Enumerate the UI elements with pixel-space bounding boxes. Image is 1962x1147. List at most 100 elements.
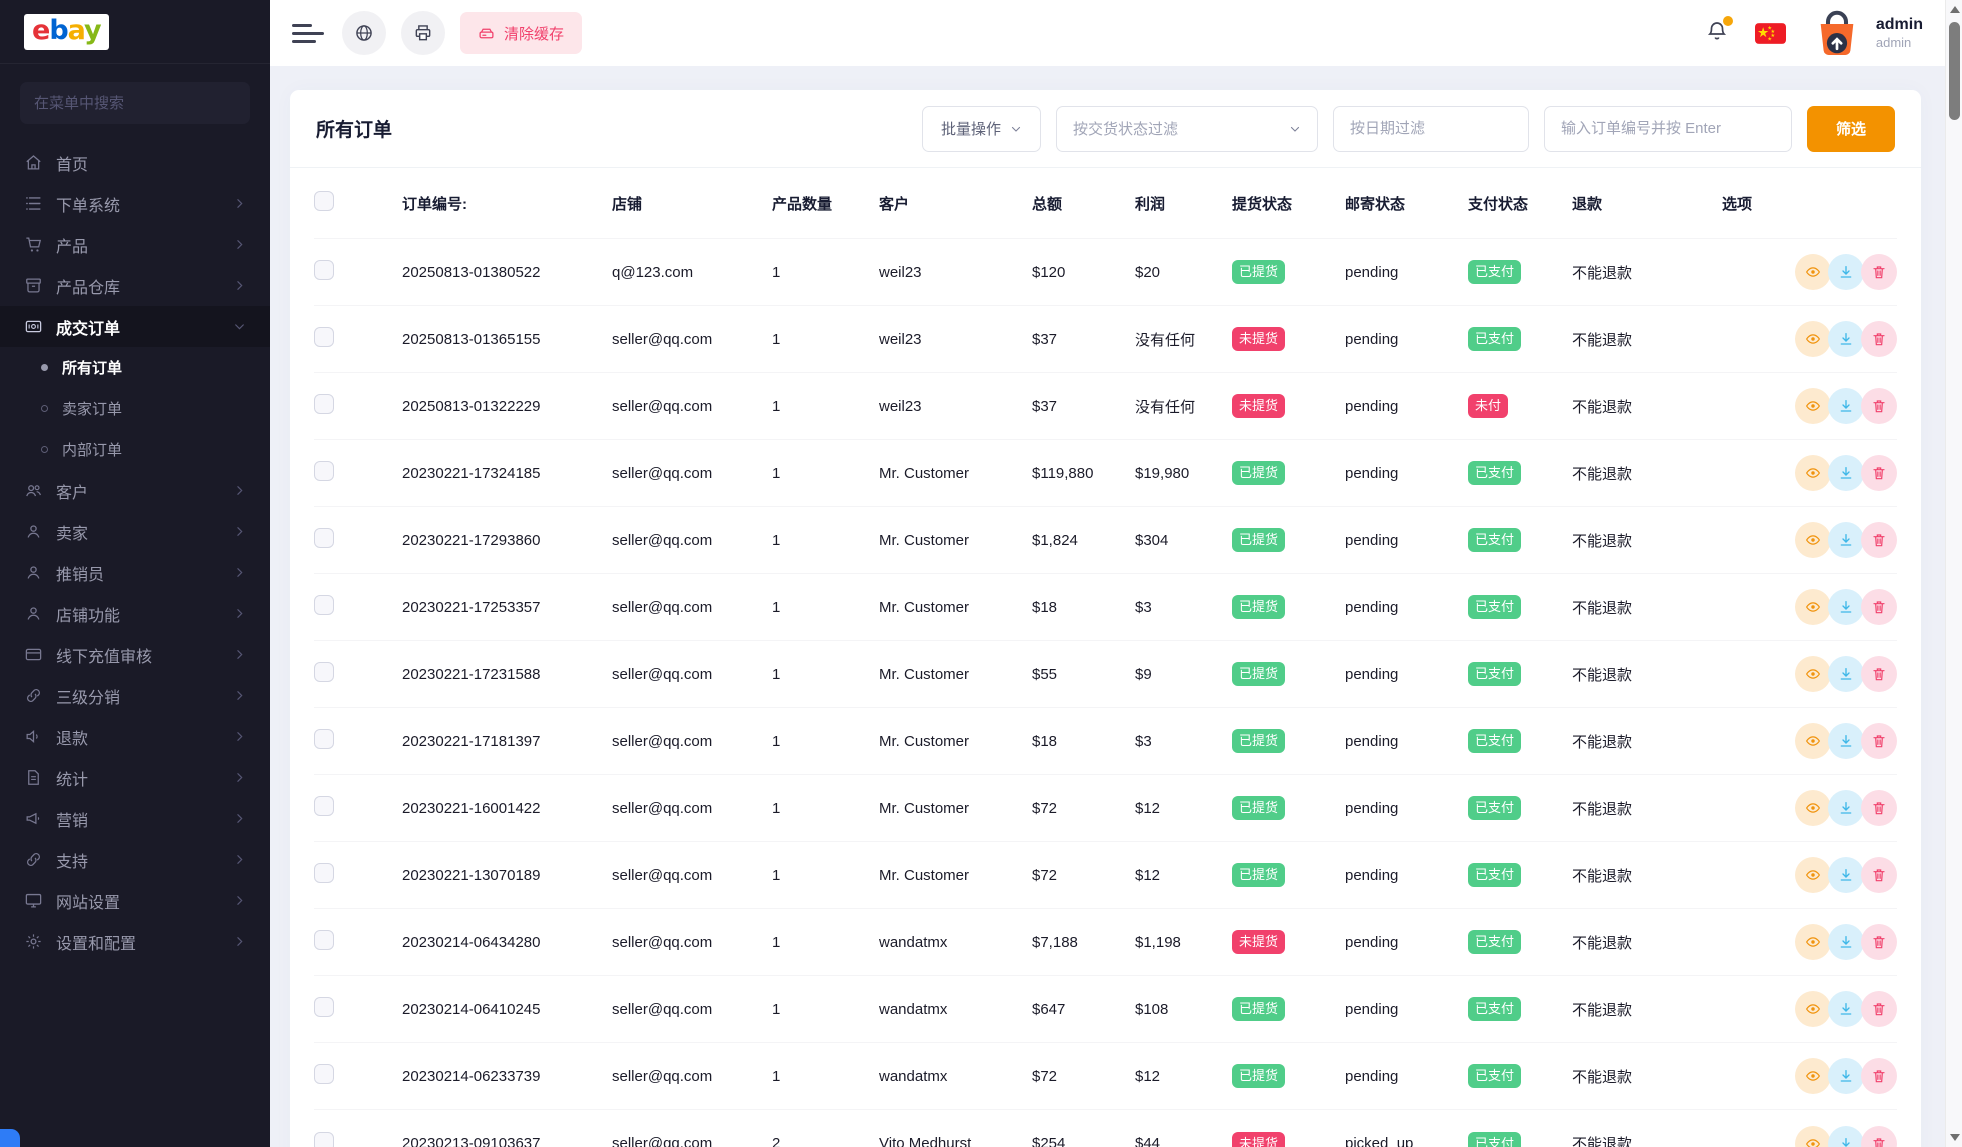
download-order-button[interactable] [1828,1058,1864,1094]
row-checkbox[interactable] [314,528,334,548]
scroll-down-arrow[interactable] [1950,1134,1960,1141]
view-order-button[interactable] [1795,857,1831,893]
view-order-button[interactable] [1795,321,1831,357]
payment-status-badge: 已支付 [1468,528,1522,552]
download-order-button[interactable] [1828,455,1864,491]
sidebar-item-8[interactable]: 推销员 [0,552,270,593]
chat-widget-corner[interactable] [0,1129,20,1147]
row-checkbox[interactable] [314,327,334,347]
sidebar-item-9[interactable]: 店铺功能 [0,593,270,634]
view-order-button[interactable] [1795,790,1831,826]
column-header: 产品数量 [772,195,833,213]
sidebar-item-6[interactable]: 客户 [0,470,270,511]
delete-order-button[interactable] [1861,991,1897,1027]
print-button[interactable] [401,11,445,55]
scroll-up-arrow[interactable] [1950,6,1960,13]
sidebar-item-11[interactable]: 三级分销 [0,675,270,716]
select-all-checkbox[interactable] [314,191,334,211]
row-checkbox[interactable] [314,1131,334,1147]
view-order-button[interactable] [1795,1125,1831,1147]
sidebar-subitem[interactable]: 所有订单 [0,347,270,388]
order-number-input[interactable] [1544,105,1792,152]
download-order-button[interactable] [1828,924,1864,960]
download-order-button[interactable] [1828,388,1864,424]
delete-order-button[interactable] [1861,924,1897,960]
download-order-button[interactable] [1828,857,1864,893]
row-checkbox[interactable] [314,595,334,615]
delete-order-button[interactable] [1861,723,1897,759]
row-checkbox[interactable] [314,997,334,1017]
row-checkbox[interactable] [314,461,334,481]
hamburger-menu-icon[interactable] [292,18,328,48]
row-checkbox[interactable] [314,863,334,883]
row-checkbox[interactable] [314,796,334,816]
sidebar-item-12[interactable]: 退款 [0,716,270,757]
sidebar-item-1[interactable]: 首页 [0,142,270,183]
view-order-button[interactable] [1795,455,1831,491]
download-order-button[interactable] [1828,656,1864,692]
delete-order-button[interactable] [1861,388,1897,424]
row-checkbox[interactable] [314,1064,334,1084]
delete-order-button[interactable] [1861,254,1897,290]
row-checkbox[interactable] [314,260,334,280]
view-order-button[interactable] [1795,388,1831,424]
filter-button[interactable]: 筛选 [1807,105,1895,152]
sidebar-item-15[interactable]: 支持 [0,839,270,880]
sidebar-item-13[interactable]: 统计 [0,757,270,798]
scrollbar-thumb[interactable] [1949,22,1960,120]
clear-cache-button[interactable]: 清除缓存 [460,12,583,54]
download-order-button[interactable] [1828,321,1864,357]
delete-order-button[interactable] [1861,321,1897,357]
row-checkbox[interactable] [314,662,334,682]
view-order-button[interactable] [1795,991,1831,1027]
view-order-button[interactable] [1795,254,1831,290]
sidebar-item-17[interactable]: 设置和配置 [0,921,270,962]
delete-order-button[interactable] [1861,1058,1897,1094]
ebay-logo[interactable]: ebay [24,13,109,50]
delivery-status-filter[interactable]: 按交货状态过滤 [1056,105,1318,152]
user-avatar[interactable] [1810,6,1864,60]
view-order-button[interactable] [1795,723,1831,759]
page-scrollbar[interactable] [1945,0,1962,1147]
sidebar-item-14[interactable]: 营销 [0,798,270,839]
view-order-button[interactable] [1795,1058,1831,1094]
bulk-actions-dropdown[interactable]: 批量操作 [921,105,1041,152]
language-button[interactable] [342,11,386,55]
download-order-button[interactable] [1828,991,1864,1027]
notifications-button[interactable] [1705,15,1733,48]
delete-order-button[interactable] [1861,589,1897,625]
row-checkbox[interactable] [314,394,334,414]
shop-email: q@123.com [612,263,694,281]
delete-order-button[interactable] [1861,1125,1897,1147]
date-filter-input[interactable] [1333,105,1529,152]
sidebar-subitem[interactable]: 卖家订单 [0,388,270,429]
row-checkbox[interactable] [314,729,334,749]
download-order-button[interactable] [1828,1125,1864,1147]
sidebar-item-5[interactable]: 成交订单 [0,306,270,347]
menu-search-input[interactable] [20,82,250,124]
china-flag-icon[interactable]: ★ ★ ★ ★ ★ [1754,22,1786,44]
sidebar-subitem[interactable]: 内部订单 [0,429,270,470]
sidebar-item-3[interactable]: 产品 [0,224,270,265]
view-order-button[interactable] [1795,656,1831,692]
sidebar-item-7[interactable]: 卖家 [0,511,270,552]
sidebar-item-4[interactable]: 产品仓库 [0,265,270,306]
sidebar-item-2[interactable]: 下单系统 [0,183,270,224]
view-order-button[interactable] [1795,589,1831,625]
download-order-button[interactable] [1828,723,1864,759]
view-order-button[interactable] [1795,924,1831,960]
delete-order-button[interactable] [1861,857,1897,893]
row-checkbox[interactable] [314,930,334,950]
sidebar-item-10[interactable]: 线下充值审核 [0,634,270,675]
download-order-button[interactable] [1828,589,1864,625]
delete-order-button[interactable] [1861,790,1897,826]
user-name[interactable]: admin [1876,15,1923,35]
sidebar-item-16[interactable]: 网站设置 [0,880,270,921]
delete-order-button[interactable] [1861,656,1897,692]
download-order-button[interactable] [1828,254,1864,290]
view-order-button[interactable] [1795,522,1831,558]
download-order-button[interactable] [1828,790,1864,826]
delete-order-button[interactable] [1861,455,1897,491]
download-order-button[interactable] [1828,522,1864,558]
delete-order-button[interactable] [1861,522,1897,558]
